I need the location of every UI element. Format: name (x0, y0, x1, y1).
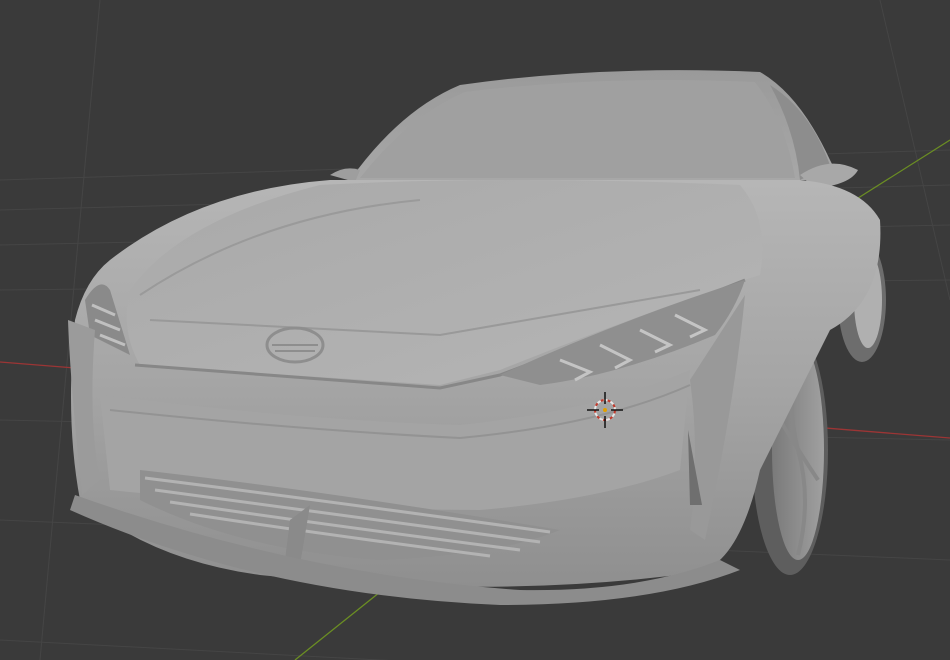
3d-viewport[interactable] (0, 0, 950, 660)
viewport-canvas[interactable] (0, 0, 950, 660)
